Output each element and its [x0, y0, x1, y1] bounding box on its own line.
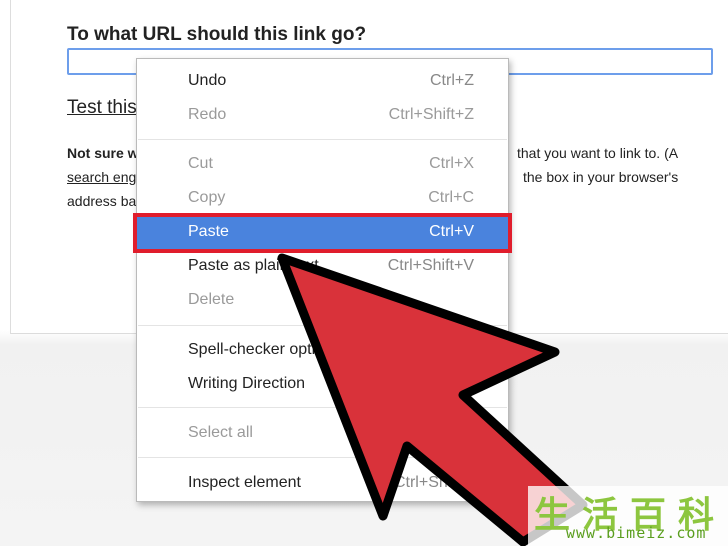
test-link[interactable]: Test this l	[67, 97, 146, 119]
menu-item-inspect-element[interactable]: Inspect element Ctrl+Shift+I	[137, 468, 508, 500]
menu-item-shortcut: Ctrl+Shift+Z	[388, 106, 474, 123]
menu-item-label: Redo	[188, 106, 227, 123]
menu-item-label: Select all	[188, 424, 253, 441]
dialog-title: To what URL should this link go?	[67, 24, 367, 45]
menu-item-label: Writing Direction	[188, 375, 306, 392]
menu-item-label: Delete	[188, 291, 235, 308]
help-line-1: Not sure w	[67, 145, 139, 161]
menu-item-shortcut: Ctrl+V	[429, 223, 474, 240]
help-bold-text: Not sure w	[67, 145, 139, 161]
menu-item-paste-plain[interactable]: Paste as plain text Ctrl+Shift+V	[137, 251, 508, 283]
menu-separator	[138, 139, 507, 140]
menu-item-cut[interactable]: Cut Ctrl+X	[137, 149, 508, 181]
menu-item-label: Undo	[188, 72, 227, 89]
menu-item-spell-checker[interactable]: Spell-checker options	[137, 335, 508, 367]
help-line-1-rest: that you want to link to. (A	[517, 145, 679, 161]
menu-item-redo[interactable]: Redo Ctrl+Shift+Z	[137, 100, 508, 132]
watermark: 生活百科 www.bimeiz.com	[528, 486, 728, 546]
help-line-2: search engi	[67, 169, 139, 185]
watermark-url: www.bimeiz.com	[566, 524, 707, 542]
menu-item-label: Paste	[188, 223, 229, 240]
menu-item-label: Spell-checker options	[188, 341, 341, 358]
context-menu: Undo Ctrl+Z Redo Ctrl+Shift+Z Cut Ctrl+X…	[133, 58, 512, 502]
menu-separator	[138, 457, 507, 458]
menu-item-label: Cut	[188, 155, 213, 172]
menu-item-writing-direction[interactable]: Writing Direction	[137, 369, 508, 401]
menu-item-label: Copy	[188, 189, 226, 206]
menu-separator	[138, 325, 507, 326]
menu-item-label: Inspect element	[188, 474, 301, 491]
menu-item-shortcut: Ctrl+Shift+V	[387, 257, 474, 274]
menu-item-undo[interactable]: Undo Ctrl+Z	[137, 66, 508, 98]
menu-item-shortcut: Ctrl+C	[428, 189, 474, 206]
menu-item-label: Paste as plain text	[188, 257, 319, 274]
menu-item-paste[interactable]: Paste Ctrl+V	[133, 213, 512, 253]
menu-item-copy[interactable]: Copy Ctrl+C	[137, 183, 508, 215]
menu-separator	[138, 407, 507, 408]
menu-item-shortcut: Ctrl+Z	[430, 72, 474, 89]
help-line-2-rest: the box in your browser's	[523, 169, 679, 185]
search-engine-link[interactable]: search engi	[67, 169, 139, 185]
help-line-3: address bar	[67, 193, 141, 209]
menu-item-select-all[interactable]: Select all	[137, 418, 508, 450]
menu-item-shortcut: Ctrl+Shift+I	[393, 474, 474, 491]
menu-item-shortcut: Ctrl+X	[429, 155, 474, 172]
menu-item-delete[interactable]: Delete	[137, 285, 508, 317]
